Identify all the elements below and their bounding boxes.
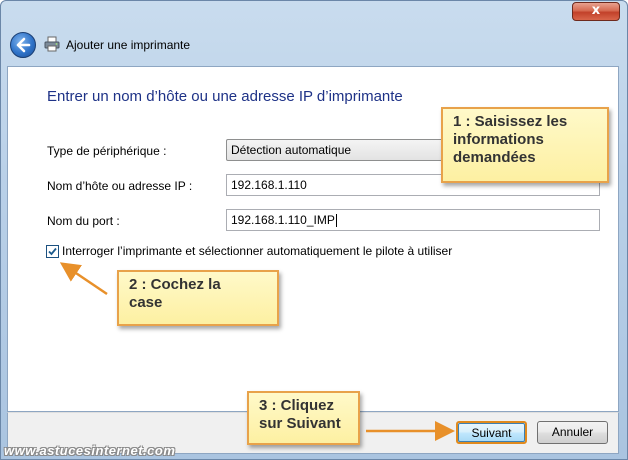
- callout-step2: 2 : Cochez la case: [117, 270, 279, 326]
- watermark: www.astucesinternet.com: [4, 443, 176, 458]
- callout-step3: 3 : Cliquez sur Suivant: [247, 391, 360, 445]
- arrow-to-checkbox: [59, 262, 108, 296]
- callout-step1: 1 : Saisissez les informations demandées: [441, 107, 609, 183]
